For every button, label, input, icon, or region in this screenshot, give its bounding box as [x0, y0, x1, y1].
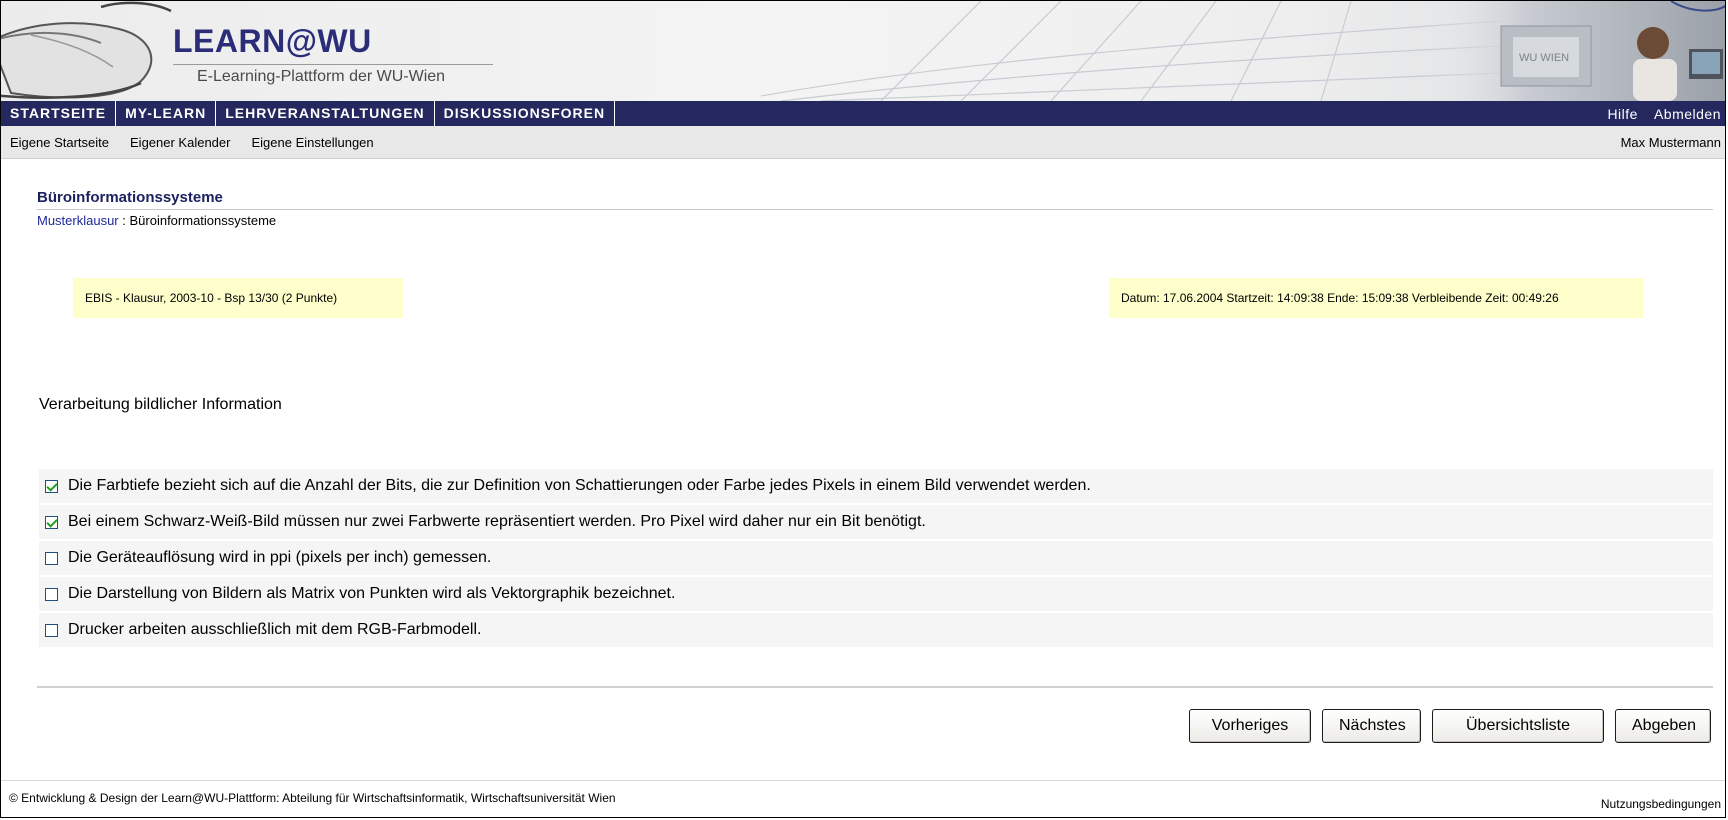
- user-name: Max Mustermann: [1620, 134, 1721, 150]
- footer-copyright: © Entwicklung & Design der Learn@WU-Plat…: [9, 791, 616, 805]
- answer-text: Die Darstellung von Bildern als Matrix v…: [68, 585, 676, 602]
- answer-list: Die Farbtiefe bezieht sich auf die Anzah…: [39, 469, 1713, 649]
- checkbox-icon[interactable]: [45, 479, 58, 493]
- checkbox-icon[interactable]: [45, 515, 58, 529]
- answer-option[interactable]: Die Darstellung von Bildern als Matrix v…: [39, 577, 1713, 611]
- course-title: Büroinformationssysteme: [37, 189, 223, 206]
- nav-item-diskussionsforen[interactable]: DISKUSSIONSFOREN: [435, 101, 616, 126]
- subnav-own-settings[interactable]: Eigene Einstellungen: [242, 135, 373, 150]
- breadcrumb-current: Büroinformationssysteme: [129, 213, 277, 228]
- help-link[interactable]: Hilfe: [1597, 106, 1644, 122]
- checkbox-icon[interactable]: [45, 587, 58, 601]
- answer-option[interactable]: Die Farbtiefe bezieht sich auf die Anzah…: [39, 469, 1713, 503]
- answer-text: Die Farbtiefe bezieht sich auf die Anzah…: [68, 477, 1091, 494]
- header-photo: WU WIEN: [1421, 1, 1725, 101]
- nav-item-my-learn[interactable]: MY-LEARN: [116, 101, 217, 126]
- header-banner: WU WIEN LEARN@WU E-Learning-Plattform de…: [1, 1, 1725, 101]
- time-info: Datum: 17.06.2004 Startzeit: 14:09:38 En…: [1109, 278, 1643, 318]
- nav-right: Hilfe Abmelden: [1597, 106, 1725, 122]
- breadcrumb: Musterklausur : Büroinformationssysteme: [37, 213, 276, 228]
- navigation-buttons: Vorheriges Nächstes Übersichtsliste Abge…: [1178, 709, 1711, 743]
- subnav-own-start-page[interactable]: Eigene Startseite: [1, 135, 109, 150]
- answer-text: Bei einem Schwarz-Weiß-Bild müssen nur z…: [68, 513, 926, 530]
- previous-button[interactable]: Vorheriges: [1189, 709, 1311, 743]
- main-nav: STARTSEITE MY-LEARN LEHRVERANSTALTUNGEN …: [1, 101, 1725, 126]
- nav-item-lehrveranstaltungen[interactable]: LEHRVERANSTALTUNGEN: [216, 101, 435, 126]
- checkbox-icon[interactable]: [45, 623, 58, 637]
- answer-option[interactable]: Die Geräteauflösung wird in ppi (pixels …: [39, 541, 1713, 575]
- sub-nav: Eigene Startseite Eigener Kalender Eigen…: [1, 126, 1725, 159]
- answer-option[interactable]: Drucker arbeiten ausschließlich mit dem …: [39, 613, 1713, 647]
- logout-link[interactable]: Abmelden: [1644, 106, 1725, 122]
- submit-button[interactable]: Abgeben: [1615, 709, 1711, 743]
- overview-list-button[interactable]: Übersichtsliste: [1432, 709, 1604, 743]
- terms-link[interactable]: Nutzungsbedingungen: [1601, 797, 1721, 811]
- photo-sign-text: WU WIEN: [1519, 52, 1569, 64]
- question-text: Verarbeitung bildlicher Information: [39, 396, 282, 413]
- subnav-own-calendar[interactable]: Eigener Kalender: [121, 135, 230, 150]
- logo-underline: [173, 64, 493, 65]
- page-frame: WU WIEN LEARN@WU E-Learning-Plattform de…: [0, 0, 1726, 818]
- logo-subtitle: E-Learning-Plattform der WU-Wien: [197, 68, 446, 85]
- logo-title: LEARN@WU: [173, 23, 372, 59]
- computer-mouse-icon: [1, 1, 172, 99]
- answer-text: Die Geräteauflösung wird in ppi (pixels …: [68, 549, 492, 566]
- nav-item-startseite[interactable]: STARTSEITE: [1, 101, 117, 126]
- exam-info: EBIS - Klausur, 2003-10 - Bsp 13/30 (2 P…: [73, 278, 403, 318]
- next-button[interactable]: Nächstes: [1322, 709, 1421, 743]
- answer-option[interactable]: Bei einem Schwarz-Weiß-Bild müssen nur z…: [39, 505, 1713, 539]
- content-divider: [37, 686, 1713, 688]
- breadcrumb-separator: :: [118, 213, 130, 228]
- answer-text: Drucker arbeiten ausschließlich mit dem …: [68, 621, 482, 638]
- breadcrumb-link-musterklausur[interactable]: Musterklausur: [37, 213, 119, 228]
- footer-divider: [1, 780, 1725, 781]
- course-title-divider: [37, 209, 1713, 210]
- globe-icon: [761, 1, 1501, 101]
- checkbox-icon[interactable]: [45, 551, 58, 565]
